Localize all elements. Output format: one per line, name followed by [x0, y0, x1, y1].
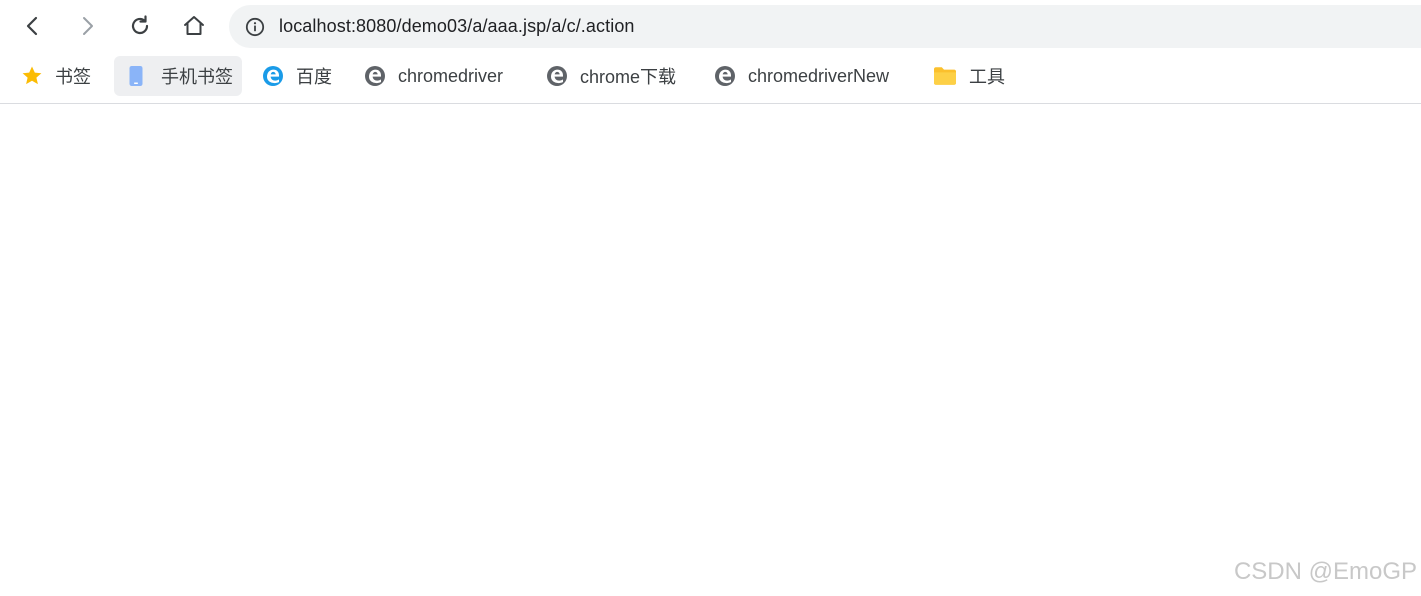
bookmarks-bar: 书签 手机书签 百度 chromedriver chrome下载 chromed… [0, 52, 1421, 104]
chevron-left-icon [26, 16, 38, 36]
home-button[interactable] [176, 8, 212, 44]
address-bar[interactable]: localhost:8080/demo03/a/aaa.jsp/a/c/.act… [229, 5, 1421, 48]
bookmark-label: chromedriver [398, 65, 504, 86]
bookmark-chrome-download[interactable]: chrome下载 [546, 56, 676, 96]
bookmark-label: chrome下载 [580, 67, 677, 87]
phone-icon [125, 65, 147, 87]
back-button[interactable] [15, 8, 51, 44]
edge-icon [714, 65, 736, 87]
browser-toolbar: localhost:8080/demo03/a/aaa.jsp/a/c/.act… [0, 0, 1421, 52]
home-icon [184, 16, 204, 35]
bookmark-baidu[interactable]: 百度 [262, 56, 332, 96]
bookmark-mobile-bookmarks[interactable]: 手机书签 [114, 56, 242, 96]
bookmark-label: chromedriverNew [748, 65, 890, 86]
folder-icon [933, 65, 957, 87]
reload-icon [131, 15, 149, 35]
edge-icon [546, 65, 568, 87]
bookmark-folder-tools[interactable]: 工具 [933, 56, 1005, 96]
star-icon [21, 65, 43, 87]
bookmark-chromedriver[interactable]: chromedriver [364, 56, 503, 96]
bookmark-label: 工具 [969, 67, 1005, 87]
edge-icon [364, 65, 386, 87]
edge-icon [262, 65, 284, 87]
url-text[interactable]: localhost:8080/demo03/a/aaa.jsp/a/c/.act… [279, 16, 635, 37]
bookmark-label: 百度 [296, 67, 332, 87]
page-content: CSDN @EmoGP [0, 104, 1421, 596]
chevron-right-icon [83, 17, 93, 35]
info-icon[interactable] [244, 16, 266, 38]
forward-button[interactable] [69, 8, 105, 44]
reload-button[interactable] [122, 8, 158, 44]
bookmark-chromedriver-new[interactable]: chromedriverNew [714, 56, 889, 96]
bookmark-label: 书签 [55, 67, 91, 87]
bookmark-bookmarks[interactable]: 书签 [21, 56, 91, 96]
browser-window: localhost:8080/demo03/a/aaa.jsp/a/c/.act… [0, 0, 1421, 596]
watermark: CSDN @EmoGP [1233, 558, 1417, 585]
bookmark-label: 手机书签 [161, 67, 233, 87]
